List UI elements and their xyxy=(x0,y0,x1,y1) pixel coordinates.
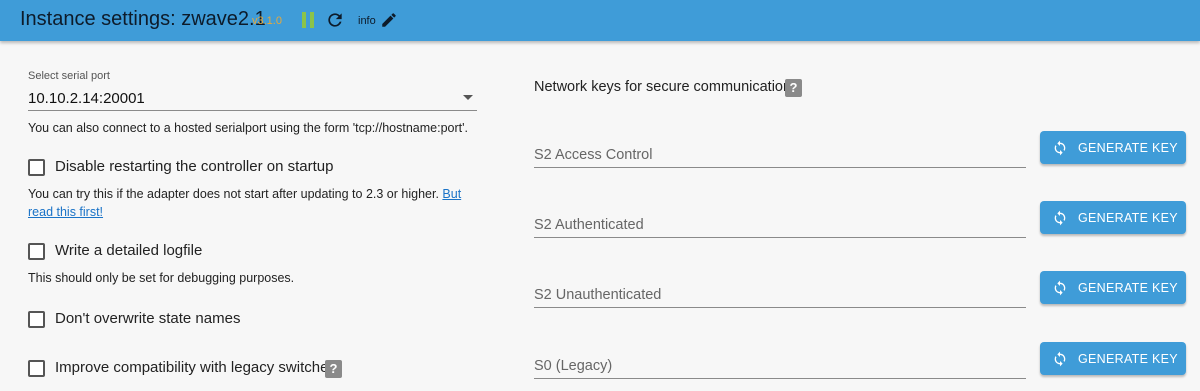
generate-key-label: GENERATE KEY xyxy=(1078,210,1178,225)
disable-restart-help-text: You can try this if the adapter does not… xyxy=(28,187,439,201)
generate-key-label: GENERATE KEY xyxy=(1078,140,1178,155)
legacy-checkbox[interactable] xyxy=(28,360,45,377)
page-title: Instance settings: zwave2.1 xyxy=(20,8,266,30)
read-this-first-link-2[interactable]: read this first! xyxy=(28,205,103,219)
generate-key-button[interactable]: GENERATE KEY xyxy=(1040,271,1186,304)
field-underline xyxy=(534,167,1026,168)
help-icon[interactable]: ? xyxy=(325,360,342,378)
sync-icon xyxy=(1054,351,1066,366)
serial-port-underline xyxy=(28,110,477,111)
chevron-down-icon[interactable] xyxy=(463,95,473,100)
logfile-help: This should only be set for debugging pu… xyxy=(28,271,295,285)
field-underline xyxy=(534,307,1026,308)
sync-icon xyxy=(1054,210,1066,225)
logfile-checkbox[interactable] xyxy=(28,243,45,260)
field-underline xyxy=(534,237,1026,238)
refresh-icon[interactable] xyxy=(325,9,345,31)
serial-port-label: Select serial port xyxy=(28,70,110,82)
s2-authenticated-field[interactable]: S2 Authenticated xyxy=(534,217,644,233)
disable-restart-checkbox[interactable] xyxy=(28,159,45,176)
read-this-first-link[interactable]: But xyxy=(442,187,461,201)
app-header: Instance settings: zwave2.1 v3.1.0 info xyxy=(0,0,1200,41)
generate-key-label: GENERATE KEY xyxy=(1078,280,1178,295)
generate-key-label: GENERATE KEY xyxy=(1078,351,1178,366)
overwrite-label[interactable]: Don't overwrite state names xyxy=(55,310,240,327)
s2-unauthenticated-field[interactable]: S2 Unauthenticated xyxy=(534,287,661,303)
field-underline xyxy=(534,378,1026,379)
sync-icon xyxy=(1054,280,1066,295)
legacy-label[interactable]: Improve compatibility with legacy switch… xyxy=(55,359,336,376)
pencil-icon[interactable] xyxy=(380,11,398,29)
network-keys-title: Network keys for secure communication xyxy=(534,79,792,95)
pause-icon[interactable] xyxy=(301,12,315,28)
disable-restart-label[interactable]: Disable restarting the controller on sta… xyxy=(55,158,333,175)
serial-port-help: You can also connect to a hosted serialp… xyxy=(28,121,468,135)
help-icon[interactable]: ? xyxy=(785,79,802,97)
info-label[interactable]: info xyxy=(358,15,376,27)
overwrite-checkbox[interactable] xyxy=(28,311,45,328)
disable-restart-help: You can try this if the adapter does not… xyxy=(28,185,468,221)
generate-key-button[interactable]: GENERATE KEY xyxy=(1040,131,1186,164)
sync-icon xyxy=(1054,140,1066,155)
s2-access-control-field[interactable]: S2 Access Control xyxy=(534,147,652,163)
s0-legacy-field[interactable]: S0 (Legacy) xyxy=(534,358,612,374)
generate-key-button[interactable]: GENERATE KEY xyxy=(1040,201,1186,234)
serial-port-select[interactable]: 10.10.2.14:20001 xyxy=(28,90,145,107)
version-badge: v3.1.0 xyxy=(252,15,282,27)
logfile-label[interactable]: Write a detailed logfile xyxy=(55,242,202,259)
generate-key-button[interactable]: GENERATE KEY xyxy=(1040,342,1186,375)
